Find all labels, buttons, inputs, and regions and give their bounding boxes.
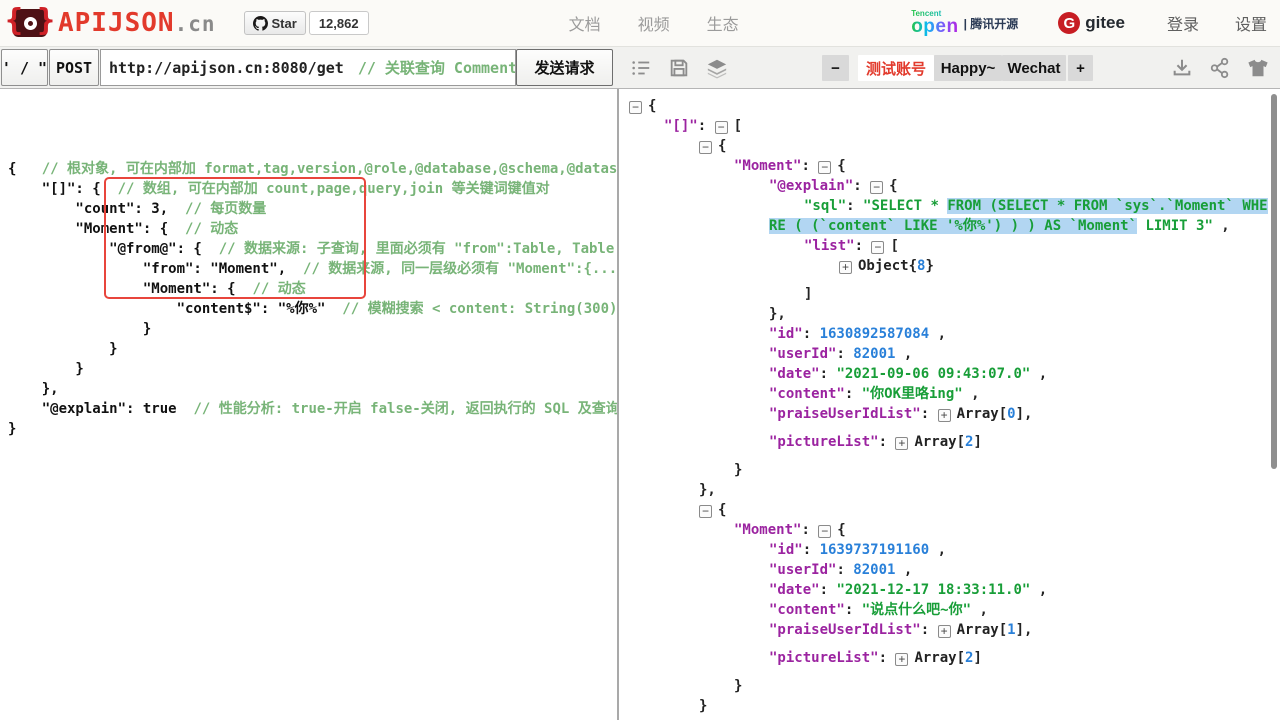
expand-toggle-icon[interactable]: + [839,261,852,274]
json-row: "@explain": −{ [619,176,1280,196]
json-row: −{ [619,136,1280,156]
expand-toggle-icon[interactable]: + [895,653,908,666]
gitee-icon: G [1058,12,1080,34]
collapse-toggle-icon[interactable]: − [715,121,728,134]
json-row: "Moment": −{ [619,520,1280,540]
json-row: "Moment": −{ [619,156,1280,176]
collapse-toggle-icon[interactable]: − [699,505,712,518]
collapse-toggle-icon[interactable]: − [818,525,831,538]
test-case-list-icon[interactable] [630,57,652,79]
json-row: "list": −[ [619,236,1280,256]
share-icon[interactable] [1209,57,1231,79]
quote-toggle-button[interactable]: ' / " [1,49,48,86]
collapse-toggle-icon[interactable]: − [870,181,883,194]
code-line: "[]": { // 数组, 可在内部加 count,page,query,jo… [8,179,617,199]
json-row: } [619,460,1280,480]
code-line: "@explain": true // 性能分析: true-开启 false-… [8,399,617,419]
nav-docs[interactable]: 文档 [569,11,601,35]
account-tab-happy[interactable]: Happy~ [934,55,1002,81]
code-line: }, [8,379,617,399]
json-row: −{ [619,96,1280,116]
nav-ecosystem[interactable]: 生态 [707,11,739,35]
code-line: "count": 3, // 每页数量 [8,199,617,219]
json-row: "content": "你OK里咯ing" , [619,384,1280,404]
expand-toggle-icon[interactable]: + [938,409,951,422]
response-viewer: −{"[]": −[−{"Moment": −{"@explain": −{"s… [619,89,1280,720]
json-row: } [619,676,1280,696]
apijson-logo-icon[interactable]: { } [8,6,52,40]
main-area: { // 根对象, 可在内部加 format,tag,version,@role… [0,89,1280,720]
url-input[interactable]: http://apijson.cn:8080/get // 关联查询 Comme… [100,49,516,86]
url-comment: // 关联查询 Comment.use [358,57,516,78]
code-line: } [8,419,617,439]
json-row: "userId": 82001 , [619,344,1280,364]
json-row: "date": "2021-09-06 09:43:07.0" , [619,364,1280,384]
json-row: "praiseUserIdList": +Array[0], [619,404,1280,424]
add-account-button[interactable]: + [1068,55,1093,81]
expand-toggle-icon[interactable]: + [938,625,951,638]
collapse-toggle-icon[interactable]: − [629,101,642,114]
json-row: −{ [619,500,1280,520]
code-line: } [8,319,617,339]
remove-account-button[interactable]: − [822,55,849,81]
brand-title[interactable]: APIJSON.cn [58,8,216,38]
code-line: "@from@": { // 数据来源: 子查询, 里面必须有 "from":T… [8,239,617,259]
json-row: RE ( (`content` LIKE '%你%') ) ) AS `Mome… [619,216,1280,236]
json-row: "id": 1630892587084 , [619,324,1280,344]
url-text: http://apijson.cn:8080/get [109,59,344,77]
collapse-toggle-icon[interactable]: − [818,161,831,174]
gitee-link[interactable]: G gitee [1058,12,1125,34]
code-line: "Moment": { // 动态 [8,279,617,299]
json-row: +Object{8} [619,256,1280,276]
method-button[interactable]: POST [49,49,99,86]
account-tab-test[interactable]: 测试账号 [858,55,934,81]
code-line: } [8,339,617,359]
request-toolbar: ' / " POST http://apijson.cn:8080/get //… [0,47,1280,89]
theme-tshirt-icon[interactable] [1247,57,1269,79]
topbar-right: Tencent open | 腾讯开源 G gitee 登录 设置 [911,10,1267,36]
code-line: { // 根对象, 可在内部加 format,tag,version,@role… [8,159,617,179]
main-nav: 文档 视频 生态 [569,11,739,35]
settings-link[interactable]: 设置 [1235,11,1267,35]
nav-videos[interactable]: 视频 [638,11,670,35]
top-bar: { } APIJSON.cn Star 12,862 文档 视频 生态 Tenc… [0,0,1280,47]
download-icon[interactable] [1171,57,1193,79]
json-row: }, [619,304,1280,324]
json-row: "praiseUserIdList": +Array[1], [619,620,1280,640]
json-row: } [619,696,1280,716]
star-count: 12,862 [309,11,369,35]
save-icon[interactable] [668,57,690,79]
json-row: "date": "2021-12-17 18:33:11.0" , [619,580,1280,600]
collapse-toggle-icon[interactable]: − [871,241,884,254]
collapse-toggle-icon[interactable]: − [699,141,712,154]
json-row: ] [619,284,1280,304]
json-row: "[]": −[ [619,116,1280,136]
code-line: "content$": "%你%" // 模糊搜索 < content: Str… [8,299,617,319]
code-line: "Moment": { // 动态 [8,219,617,239]
login-link[interactable]: 登录 [1167,11,1199,35]
layers-icon[interactable] [706,57,728,79]
scrollbar[interactable] [1271,94,1277,469]
code-line: } [8,359,617,379]
github-icon [253,16,268,31]
json-row: "userId": 82001 , [619,560,1280,580]
code-line: "from": "Moment", // 数据来源, 同一层级必须有 "Mome… [8,259,617,279]
json-row: "pictureList": +Array[2] [619,648,1280,668]
github-star-badge[interactable]: Star 12,862 [244,11,369,35]
expand-toggle-icon[interactable]: + [895,437,908,450]
star-label: Star [272,16,297,31]
send-request-button[interactable]: 发送请求 [516,49,613,86]
tencent-open-logo[interactable]: Tencent open | 腾讯开源 [911,10,1018,36]
json-row: "content": "说点什么吧~你" , [619,600,1280,620]
account-tab-wechat[interactable]: Wechat [1002,55,1066,81]
json-row: }, [619,480,1280,500]
json-row: "sql": "SELECT * FROM (SELECT * FROM `sy… [619,196,1280,216]
json-row: "pictureList": +Array[2] [619,432,1280,452]
request-editor[interactable]: { // 根对象, 可在内部加 format,tag,version,@role… [0,89,619,720]
json-row: "id": 1639737191160 , [619,540,1280,560]
